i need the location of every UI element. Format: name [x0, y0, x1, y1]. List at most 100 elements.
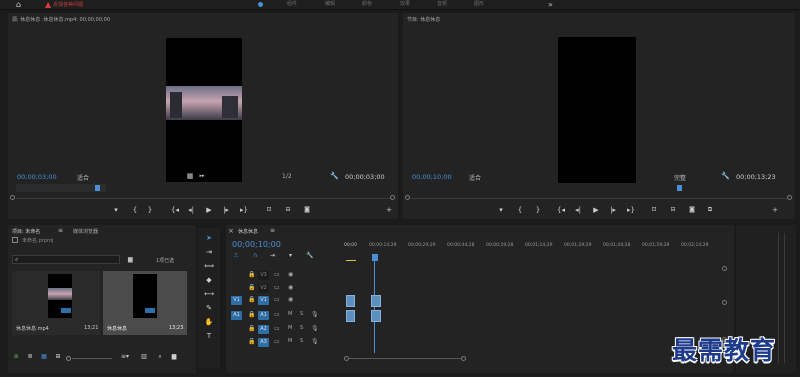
- eye-icon[interactable]: ◉: [288, 284, 293, 291]
- step-forward-icon[interactable]: |▸: [609, 206, 617, 214]
- timeline-ruler[interactable]: 00;00 00;00;14;29 00;00;29;29 00;00;44;2…: [344, 243, 732, 253]
- camera-icon[interactable]: ◙: [687, 206, 697, 214]
- lock-icon[interactable]: 🔒: [248, 284, 255, 291]
- workspace-tab-audio[interactable]: 音频: [437, 0, 447, 9]
- wrench-icon[interactable]: 🔧: [721, 172, 730, 180]
- audio-clip[interactable]: [346, 310, 355, 322]
- insert-nest-icon[interactable]: ⇥: [270, 252, 275, 259]
- icon-view-icon[interactable]: ▦: [40, 353, 48, 361]
- play-icon[interactable]: ▶: [205, 206, 213, 214]
- mute-button[interactable]: M: [288, 311, 292, 317]
- v-scroll-handle[interactable]: [722, 266, 727, 271]
- source-patch-a1[interactable]: A1: [231, 311, 242, 320]
- zoom-slider-handle[interactable]: [66, 356, 71, 361]
- ripple-edit-tool-icon[interactable]: ⟺: [202, 262, 216, 270]
- film-icon[interactable]: ▭: [274, 296, 280, 303]
- source-time-ruler[interactable]: [16, 184, 106, 192]
- source-title[interactable]: 源: 休息休息 .休息休息.mp4: 00;00;00;00: [12, 16, 110, 23]
- lock-icon[interactable]: ⊕: [12, 353, 20, 361]
- workspace-tab-editing[interactable]: 编辑: [325, 0, 335, 9]
- film-icon[interactable]: ▭: [274, 271, 280, 278]
- video-clip[interactable]: [346, 295, 355, 307]
- type-tool-icon[interactable]: T: [202, 332, 216, 340]
- marker-icon[interactable]: ▾: [497, 206, 505, 214]
- lock-icon[interactable]: 🔒: [248, 338, 255, 345]
- lock-icon[interactable]: 🔒: [248, 325, 255, 332]
- track-label-a3[interactable]: A3: [258, 338, 269, 347]
- automate-icon[interactable]: ▥: [140, 353, 148, 361]
- track-label-v2[interactable]: V2: [258, 284, 269, 293]
- search-input[interactable]: ⌕: [12, 255, 120, 264]
- film-icon[interactable]: ▭: [274, 311, 280, 318]
- scroll-start-handle[interactable]: [405, 195, 410, 200]
- go-to-out-icon[interactable]: ▸}: [239, 206, 249, 214]
- razor-tool-icon[interactable]: ◆: [202, 276, 216, 284]
- timeline-timecode[interactable]: 00;00;10;00: [232, 240, 281, 249]
- add-marker-icon[interactable]: ▾: [289, 252, 292, 259]
- source-patch-v1[interactable]: V1: [231, 296, 242, 305]
- wrench-icon[interactable]: 🔧: [306, 252, 313, 259]
- tab-project[interactable]: 项目: 未命名: [12, 228, 40, 235]
- film-icon[interactable]: ▭: [274, 325, 280, 332]
- home-icon[interactable]: ⌂: [16, 1, 26, 9]
- tab-media-browser[interactable]: 媒体浏览器: [73, 228, 98, 235]
- step-back-icon[interactable]: ◂|: [187, 206, 195, 214]
- film-icon[interactable]: ▭: [274, 338, 280, 345]
- insert-icon[interactable]: ⊡: [264, 206, 274, 214]
- freeform-view-icon[interactable]: ⊞: [54, 353, 62, 361]
- eye-icon[interactable]: ◉: [288, 296, 293, 303]
- mic-icon[interactable]: 🎙: [311, 338, 319, 345]
- find-icon[interactable]: ⌕: [156, 353, 164, 361]
- project-item-clip[interactable]: 休息休息.mp4 13;21: [12, 271, 100, 335]
- track-select-tool-icon[interactable]: ⇥: [202, 248, 216, 256]
- hamburger-menu-icon[interactable]: ≡: [270, 227, 275, 234]
- sort-icon[interactable]: ≡▾: [120, 353, 130, 361]
- project-item-sequence[interactable]: 休息休息 13;23: [103, 271, 187, 335]
- snap-icon[interactable]: ⎍: [234, 252, 238, 260]
- source-timecode[interactable]: 00;00;03;00: [17, 173, 57, 181]
- scroll-start-handle[interactable]: [10, 195, 15, 200]
- program-quality-select[interactable]: 完整: [674, 173, 686, 182]
- h-scrollbar[interactable]: [349, 358, 461, 359]
- lock-icon[interactable]: 🔒: [248, 311, 255, 318]
- warning-badge[interactable]: ▲ 反馈各种问题: [42, 0, 86, 9]
- video-clip[interactable]: [371, 295, 381, 307]
- audio-clip[interactable]: [371, 310, 381, 322]
- mute-button[interactable]: M: [288, 325, 292, 331]
- hamburger-menu-icon[interactable]: ≡: [58, 227, 63, 234]
- wrench-icon[interactable]: 🔧: [330, 172, 339, 180]
- list-view-icon[interactable]: ≣: [26, 353, 34, 361]
- program-playhead[interactable]: [677, 185, 682, 191]
- track-label-v1[interactable]: V1: [258, 296, 269, 305]
- slip-tool-icon[interactable]: ⟷: [202, 290, 216, 298]
- hand-tool-icon[interactable]: ✋: [202, 318, 216, 326]
- workspace-tab-assembly[interactable]: 组件: [287, 0, 297, 9]
- eye-icon[interactable]: ◉: [288, 271, 293, 278]
- workspace-tab-graphics[interactable]: 图形: [474, 0, 484, 9]
- h-scroll-end-handle[interactable]: [461, 356, 466, 361]
- extract-icon[interactable]: ⊟: [668, 206, 678, 214]
- workspace-tab-effects[interactable]: 效果: [400, 0, 410, 9]
- source-fit-select[interactable]: 适合: [77, 173, 89, 182]
- go-to-in-icon[interactable]: {◂: [556, 206, 566, 214]
- go-to-in-icon[interactable]: {◂: [170, 206, 180, 214]
- lock-icon[interactable]: 🔒: [248, 271, 255, 278]
- close-icon[interactable]: ×: [228, 227, 234, 235]
- mark-in-icon[interactable]: {: [517, 206, 523, 214]
- plus-icon[interactable]: +: [771, 206, 779, 214]
- film-icon[interactable]: ▭: [274, 284, 280, 291]
- settings-icon[interactable]: ▦: [186, 172, 194, 180]
- mark-out-icon[interactable]: }: [147, 206, 153, 214]
- mic-icon[interactable]: 🎙: [311, 311, 319, 318]
- solo-button[interactable]: S: [300, 325, 303, 331]
- chevron-double-right-icon[interactable]: »: [548, 0, 553, 9]
- comparison-view-icon[interactable]: ⧉: [705, 206, 715, 214]
- scroll-end-handle[interactable]: [787, 195, 792, 200]
- mark-in-icon[interactable]: {: [132, 206, 138, 214]
- source-playhead[interactable]: [95, 185, 100, 191]
- camera-icon[interactable]: ◙: [302, 206, 312, 214]
- folder-icon[interactable]: ▆: [128, 256, 133, 263]
- selection-tool-icon[interactable]: ➤: [202, 234, 216, 242]
- more-options-icon[interactable]: ▸▸: [198, 172, 206, 180]
- pen-tool-icon[interactable]: ✎: [202, 304, 216, 312]
